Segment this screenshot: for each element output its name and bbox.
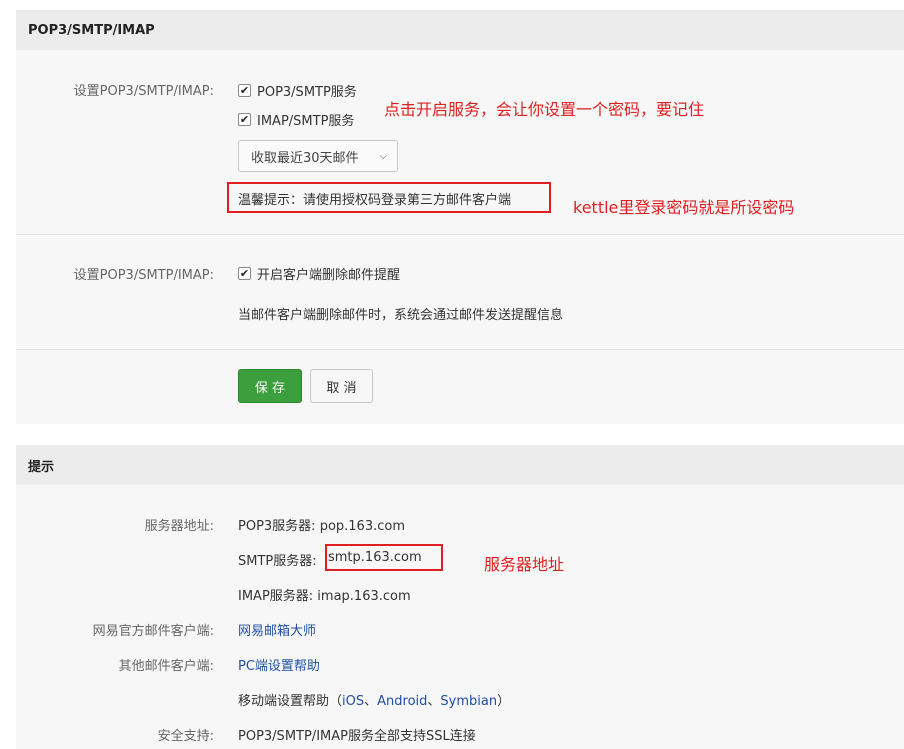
cancel-button[interactable]: 取 消 bbox=[310, 369, 373, 403]
mobile-help-prefix: 移动端设置帮助（ bbox=[238, 694, 343, 709]
tips-title: 提示 bbox=[16, 445, 904, 485]
mobile-help-suffix: ） bbox=[497, 694, 511, 709]
imap-smtp-label: IMAP/SMTP服务 bbox=[257, 114, 355, 129]
server-address-annotation: 服务器地址 bbox=[484, 555, 565, 574]
symbian-help-link[interactable]: Symbian bbox=[440, 694, 497, 709]
pop3-settings-title: POP3/SMTP/IMAP bbox=[16, 10, 904, 50]
mobile-help-separator: 、 bbox=[427, 694, 441, 709]
pc-help-link[interactable]: PC端设置帮助 bbox=[238, 655, 320, 674]
mobile-help: 移动端设置帮助（iOS、Android、Symbian） bbox=[238, 690, 510, 709]
ios-help-link[interactable]: iOS bbox=[342, 694, 364, 709]
security-support-label: 安全支持: bbox=[157, 729, 214, 744]
other-client-label: 其他邮件客户端: bbox=[118, 659, 214, 674]
fetch-range-value: 收取最近30天邮件 bbox=[251, 150, 359, 166]
checkbox-checked-icon: ✔ bbox=[238, 267, 251, 280]
section-divider bbox=[16, 234, 904, 235]
smtp-server-prefix: SMTP服务器: bbox=[238, 554, 317, 569]
mail-master-link[interactable]: 网易邮箱大师 bbox=[238, 620, 316, 639]
ssl-support-text: POP3/SMTP/IMAP服务全部支持SSL连接 bbox=[238, 729, 476, 744]
imap-server: IMAP服务器: imap.163.com bbox=[238, 589, 411, 604]
enable-service-annotation: 点击开启服务，会让你设置一个密码，要记住 bbox=[384, 100, 705, 119]
android-help-link[interactable]: Android bbox=[377, 694, 427, 709]
mobile-help-separator: 、 bbox=[364, 694, 378, 709]
official-client-label: 网易官方邮件客户端: bbox=[92, 624, 214, 639]
delete-alert-label: 开启客户端删除邮件提醒 bbox=[257, 268, 401, 283]
delete-alert-checkbox[interactable]: ✔ 开启客户端删除邮件提醒 bbox=[238, 264, 400, 283]
pop3-setting-label: 设置POP3/SMTP/IMAP: bbox=[73, 84, 214, 99]
pop3-smtp-label: POP3/SMTP服务 bbox=[257, 85, 357, 100]
pop3-server: POP3服务器: pop.163.com bbox=[238, 519, 405, 534]
pop3-smtp-checkbox[interactable]: ✔ POP3/SMTP服务 bbox=[238, 81, 357, 100]
checkbox-checked-icon: ✔ bbox=[238, 84, 251, 97]
delete-alert-setting-label: 设置POP3/SMTP/IMAP: bbox=[73, 268, 214, 283]
section-divider bbox=[16, 349, 904, 350]
checkbox-checked-icon: ✔ bbox=[238, 113, 251, 126]
smtp-server: smtp.163.com bbox=[328, 550, 422, 565]
kettle-password-annotation: kettle里登录密码就是所设密码 bbox=[573, 198, 795, 217]
auth-code-tip: 温馨提示：请使用授权码登录第三方邮件客户端 bbox=[238, 193, 512, 208]
fetch-range-select[interactable]: 收取最近30天邮件 ⌵ bbox=[238, 140, 398, 172]
save-button[interactable]: 保 存 bbox=[238, 369, 302, 403]
imap-smtp-checkbox[interactable]: ✔ IMAP/SMTP服务 bbox=[238, 110, 354, 129]
delete-alert-description: 当邮件客户端删除邮件时，系统会通过邮件发送提醒信息 bbox=[238, 308, 564, 323]
chevron-down-icon: ⌵ bbox=[379, 150, 387, 162]
server-address-label: 服务器地址: bbox=[144, 519, 214, 534]
